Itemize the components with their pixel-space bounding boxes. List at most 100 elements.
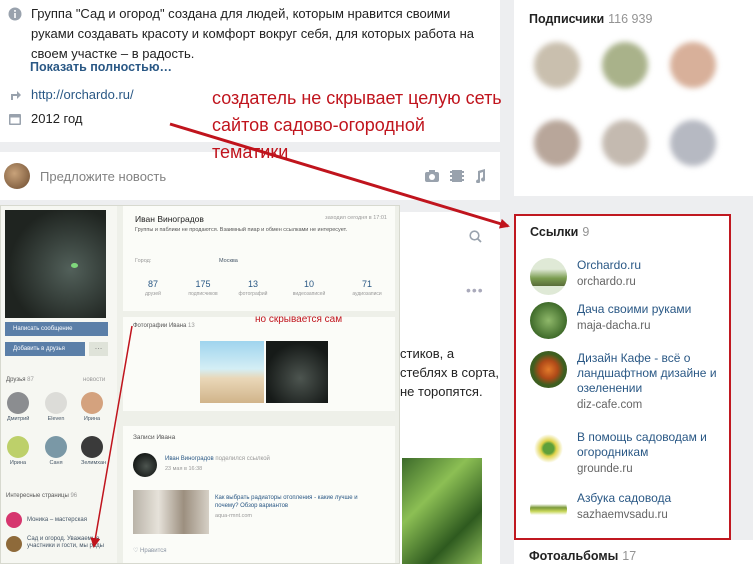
- subscriber-avatar[interactable]: [670, 120, 716, 166]
- stat-audios: 71 аудиозаписи: [352, 279, 382, 297]
- posts-header: Записи Ивана: [133, 434, 176, 441]
- links-header[interactable]: Ссылки 9: [530, 225, 589, 239]
- profile-photos-card: Фотографии Ивана 13: [123, 317, 395, 411]
- friend-item: Саня: [45, 436, 67, 466]
- friend-item: Eleven: [45, 392, 67, 422]
- attachment-tools: [424, 169, 486, 183]
- website-link[interactable]: http://orchardo.ru/: [31, 85, 134, 105]
- subscribers-count: 116 939: [608, 12, 653, 26]
- beach-photo: [200, 341, 264, 403]
- garden-photo[interactable]: [402, 458, 482, 564]
- link-item[interactable]: В помощь садоводам и огородникам grounde.…: [530, 430, 725, 477]
- write-message-button: Написать сообщение: [5, 322, 108, 336]
- link-thumbnail: [530, 351, 567, 388]
- add-friend-button: Добавить в друзья: [5, 342, 85, 356]
- stat-videos: 10 видеозаписей: [292, 279, 326, 297]
- friends-news-label: новости: [83, 377, 106, 383]
- photos-header: Фотографии Ивана 13: [133, 323, 195, 329]
- stat-friends: 87 друзей: [145, 279, 161, 297]
- more-actions-icon: …: [89, 342, 108, 356]
- link-url: orchardo.ru: [577, 276, 636, 288]
- link-item[interactable]: Дизайн Кафе - всё о ландшафтном дизайне …: [530, 351, 725, 413]
- website-row: http://orchardo.ru/: [8, 85, 134, 105]
- profile-posts-card: Записи Ивана Иван Виноградов поделился с…: [123, 426, 395, 563]
- link-title[interactable]: Дизайн Кафе - всё о ландшафтном дизайне …: [577, 351, 725, 396]
- link-thumbnail: [530, 430, 567, 467]
- founded-row: 2012 год: [8, 109, 83, 129]
- link-url: maja-dacha.ru: [577, 320, 651, 332]
- link-title[interactable]: Азбука садовода: [577, 491, 671, 506]
- subscriber-avatar[interactable]: [534, 120, 580, 166]
- albums-count: 17: [622, 549, 637, 563]
- link-arrow-icon: [11, 91, 21, 100]
- city-value: Москва: [219, 258, 238, 264]
- link-item[interactable]: Азбука садовода sazhaemvsadu.ru: [530, 491, 725, 528]
- annotation-text: создатель не скрывает целую сеть сайтов …: [212, 88, 502, 162]
- cat-photo: [266, 341, 328, 403]
- profile-photo: [5, 210, 106, 318]
- video-icon[interactable]: [450, 169, 464, 183]
- friend-item: Ирина: [7, 436, 29, 466]
- camera-icon[interactable]: [424, 169, 440, 183]
- subscriber-avatar[interactable]: [602, 120, 648, 166]
- subscribers-card: Подписчики 116 939: [514, 0, 753, 196]
- interesting-page-item: Моника – мастерская: [6, 512, 87, 528]
- interesting-page-item: Сад и огород. Уважаемые участники и гост…: [6, 536, 113, 552]
- last-seen: заходил сегодня в 17:01: [325, 215, 387, 221]
- stat-photos: 13 фотографий: [238, 279, 268, 297]
- subscriber-avatar[interactable]: [670, 42, 716, 88]
- post-time: 23 мая в 16:38: [165, 466, 203, 472]
- link-item[interactable]: Orchardo.ru orchardo.ru: [530, 258, 725, 295]
- info-icon: [8, 7, 22, 21]
- calendar-icon: [9, 114, 21, 125]
- search-icon[interactable]: [469, 230, 482, 243]
- links-card: Ссылки 9 Orchardo.ru orchardo.ru Дача свои…: [514, 214, 731, 540]
- albums-card[interactable]: Фотоальбомы 17: [514, 540, 753, 564]
- post-author-avatar: [133, 453, 157, 477]
- friend-item: Ирина: [81, 392, 103, 422]
- group-description: Группа "Сад и огород" создана для людей,…: [31, 6, 474, 61]
- post-text-fragment: стиков, а стеблях в сорта, не торопятся.: [400, 346, 499, 399]
- link-title[interactable]: Orchardo.ru: [577, 258, 641, 273]
- albums-header[interactable]: Фотоальбомы 17: [529, 549, 636, 563]
- post-link-image: [133, 490, 209, 534]
- link-thumbnail: [530, 258, 567, 295]
- city-label: Город:: [135, 258, 152, 264]
- user-avatar: [4, 163, 30, 189]
- friends-header: Друзья 87: [6, 377, 34, 383]
- subscribers-header[interactable]: Подписчики 116 939: [529, 12, 652, 26]
- post-author: Иван Виноградов поделился ссылкой: [165, 456, 270, 462]
- link-url: grounde.ru: [577, 463, 633, 475]
- link-url: diz-cafe.com: [577, 399, 643, 411]
- feed-card: ••• стиков, а стеблях в сорта, не торопя…: [396, 212, 500, 564]
- stat-subscribers: 175 подписчиков: [188, 279, 218, 297]
- more-options-icon[interactable]: •••: [466, 282, 484, 298]
- profile-left-column: Написать сообщение Добавить в друзья … Д…: [1, 206, 117, 563]
- show-more-link[interactable]: Показать полностью…: [30, 60, 172, 74]
- interesting-pages-header: Интересные страницы 96: [6, 493, 78, 499]
- subscriber-avatar[interactable]: [602, 42, 648, 88]
- founded-year: 2012 год: [31, 111, 83, 126]
- friend-item: Зелимхан: [81, 436, 106, 466]
- like-label: ♡ Нравится: [133, 548, 167, 554]
- profile-info-card: Иван Виноградов заходил сегодня в 17:01 …: [123, 206, 395, 311]
- post-link-domain: aqua-rmnt.com: [215, 513, 252, 519]
- friend-item: Дмитрий: [7, 392, 29, 422]
- links-count: 9: [582, 225, 590, 239]
- link-title[interactable]: Дача своими руками: [577, 302, 691, 317]
- link-thumbnail: [530, 302, 567, 339]
- suggest-news-input[interactable]: Предложите новость: [40, 169, 166, 184]
- link-title[interactable]: В помощь садоводам и огородникам: [577, 430, 725, 460]
- profile-right-column: Иван Виноградов заходил сегодня в 17:01 …: [123, 206, 399, 563]
- subscriber-avatar[interactable]: [534, 42, 580, 88]
- annotation-note: но скрывается сам: [255, 314, 343, 325]
- profile-screenshot: Написать сообщение Добавить в друзья … Д…: [0, 205, 400, 564]
- description-row: Группа "Сад и огород" создана для людей,…: [8, 4, 488, 64]
- post-link-title: Как выбрать радиаторы отопления - какие …: [215, 495, 358, 509]
- profile-status: Группы и паблики не продаются. Взаимный …: [135, 227, 348, 233]
- link-thumbnail: [530, 491, 567, 528]
- profile-name: Иван Виноградов: [135, 214, 204, 224]
- link-item[interactable]: Дача своими руками maja-dacha.ru: [530, 302, 725, 339]
- music-icon[interactable]: [474, 169, 486, 183]
- link-url: sazhaemvsadu.ru: [577, 509, 668, 521]
